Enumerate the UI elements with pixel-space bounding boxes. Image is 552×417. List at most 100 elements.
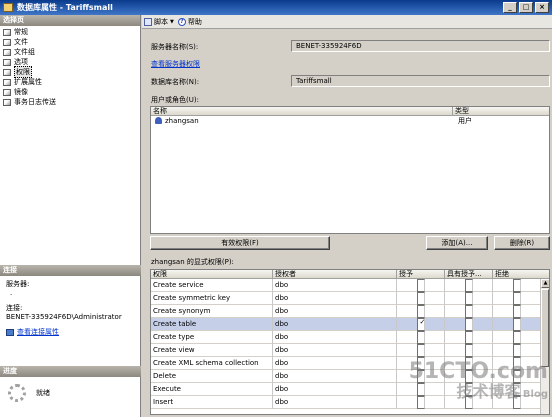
server-name-field[interactable]: BENET-335924F6D [291, 40, 550, 52]
permission-name: Create view [151, 343, 273, 357]
page-icon [3, 28, 11, 36]
grant-checkbox[interactable] [416, 330, 425, 344]
with-grant-checkbox[interactable] [464, 278, 473, 292]
col-deny-header[interactable]: 拒绝 [493, 270, 541, 278]
view-server-permissions-link[interactable]: 查看服务器权限 [151, 59, 200, 69]
with-grant-checkbox[interactable] [464, 317, 473, 331]
with-grant-checkbox-cell [445, 278, 493, 292]
close-button[interactable]: × [535, 2, 549, 13]
col-grant-header[interactable]: 授予 [397, 270, 445, 278]
grant-checkbox[interactable] [416, 278, 425, 292]
permission-grantor: dbo [273, 317, 397, 331]
grant-checkbox[interactable] [416, 291, 425, 305]
user-icon [155, 117, 162, 124]
permission-grantor: dbo [273, 343, 397, 357]
minimize-button[interactable]: _ [503, 2, 517, 13]
scroll-up-icon[interactable]: ▲ [541, 279, 549, 288]
users-roles-grid[interactable]: 名称 类型 zhangsan 用户 [150, 106, 550, 234]
nav-item-files[interactable]: 文件 [3, 37, 140, 47]
nav-item-general[interactable]: 常规 [3, 27, 140, 37]
with-grant-checkbox[interactable] [464, 343, 473, 357]
progress-status: 就绪 [36, 389, 50, 397]
with-grant-checkbox[interactable] [464, 304, 473, 318]
nav-item-filegroups[interactable]: 文件组 [3, 47, 140, 57]
effective-permissions-button[interactable]: 有效权限(F) [150, 236, 330, 250]
col-grantor-header[interactable]: 授权者 [273, 270, 397, 278]
scroll-thumb[interactable] [541, 289, 549, 367]
with-grant-checkbox-cell [445, 330, 493, 344]
grant-checkbox[interactable] [416, 343, 425, 357]
deny-checkbox-cell [493, 317, 541, 331]
server-label: 服务器: [6, 280, 30, 288]
connection-properties-icon [6, 329, 14, 336]
permission-name: Create synonym [151, 304, 273, 318]
remove-button[interactable]: 删除(R) [494, 236, 550, 250]
permission-name: Delete [151, 369, 273, 383]
permission-row[interactable]: Create type dbo [151, 330, 549, 344]
permission-grantor: dbo [273, 330, 397, 344]
progress-header: 进度 [0, 366, 141, 377]
deny-checkbox[interactable] [513, 278, 521, 292]
with-grant-checkbox-cell [445, 343, 493, 357]
select-page-header: 选择页 [0, 15, 140, 26]
col-permission-header[interactable]: 权限 [151, 270, 273, 278]
view-connection-properties-link[interactable]: 查看连接属性 [17, 328, 59, 337]
add-button[interactable]: 添加(A)... [426, 236, 488, 250]
permission-row[interactable]: Create table dbo [151, 317, 549, 331]
nav-item-mirroring[interactable]: 镜像 [3, 87, 140, 97]
watermark: 51CTO.com 技术博客 Blog [408, 359, 548, 402]
with-grant-checkbox-cell [445, 317, 493, 331]
permission-grantor: dbo [273, 278, 397, 292]
permission-name: Insert [151, 395, 273, 409]
page-icon [3, 78, 11, 86]
deny-checkbox[interactable] [513, 343, 521, 357]
permission-row[interactable]: Create symmetric key dbo [151, 291, 549, 305]
grant-checkbox[interactable] [416, 304, 425, 318]
nav-item-permissions[interactable]: 权限 [3, 66, 140, 78]
explicit-permissions-label: zhangsan 的显式权限(P): [151, 258, 234, 266]
deny-checkbox-cell [493, 304, 541, 318]
script-button[interactable]: 脚本 ▼ [144, 17, 174, 27]
chevron-down-icon[interactable]: ▼ [170, 19, 174, 25]
user-row[interactable]: zhangsan 用户 [151, 116, 549, 125]
col-name-header[interactable]: 名称 [151, 107, 453, 115]
server-name-label: 服务器名称(S): [151, 43, 199, 51]
deny-checkbox[interactable] [513, 291, 521, 305]
grant-checkbox[interactable] [416, 317, 425, 331]
with-grant-checkbox[interactable] [464, 291, 473, 305]
progress-panel: 就绪 [0, 377, 141, 417]
permission-row[interactable]: Create service dbo [151, 278, 549, 292]
users-roles-label: 用户或角色(U): [151, 96, 199, 104]
progress-spinner-icon [8, 384, 26, 402]
col-type-header[interactable]: 类型 [453, 107, 549, 115]
connection-panel: 服务器: . 连接: BENET-335924F6D\Administrator… [0, 276, 141, 341]
database-name-field[interactable]: Tariffsmall [291, 75, 550, 87]
deny-checkbox[interactable] [513, 317, 521, 331]
deny-checkbox[interactable] [513, 304, 521, 318]
nav-item-extended-properties[interactable]: 扩展属性 [3, 77, 140, 87]
connection-value: BENET-335924F6D\Administrator [6, 313, 122, 321]
permission-row[interactable]: Create view dbo [151, 343, 549, 357]
col-with-grant-header[interactable]: 具有授予... [445, 270, 493, 278]
connection-label: 连接: [6, 304, 23, 312]
permission-grantor: dbo [273, 369, 397, 383]
grant-checkbox-cell [397, 330, 445, 344]
help-button[interactable]: ? 帮助 [177, 17, 202, 27]
grant-checkbox-cell [397, 304, 445, 318]
page-icon [3, 48, 11, 56]
with-grant-checkbox[interactable] [464, 330, 473, 344]
script-icon [144, 17, 152, 26]
maximize-button[interactable]: □ [519, 2, 533, 13]
grant-checkbox-cell [397, 291, 445, 305]
database-name-label: 数据库名称(N): [151, 78, 200, 86]
with-grant-checkbox-cell [445, 304, 493, 318]
permission-name: Create type [151, 330, 273, 344]
permission-grantor: dbo [273, 356, 397, 370]
permission-name: Create symmetric key [151, 291, 273, 305]
permission-grantor: dbo [273, 291, 397, 305]
deny-checkbox[interactable] [513, 330, 521, 344]
permission-row[interactable]: Create synonym dbo [151, 304, 549, 318]
nav-item-log-shipping[interactable]: 事务日志传送 [3, 97, 140, 107]
permission-name: Create table [151, 317, 273, 331]
grant-checkbox-cell [397, 317, 445, 331]
